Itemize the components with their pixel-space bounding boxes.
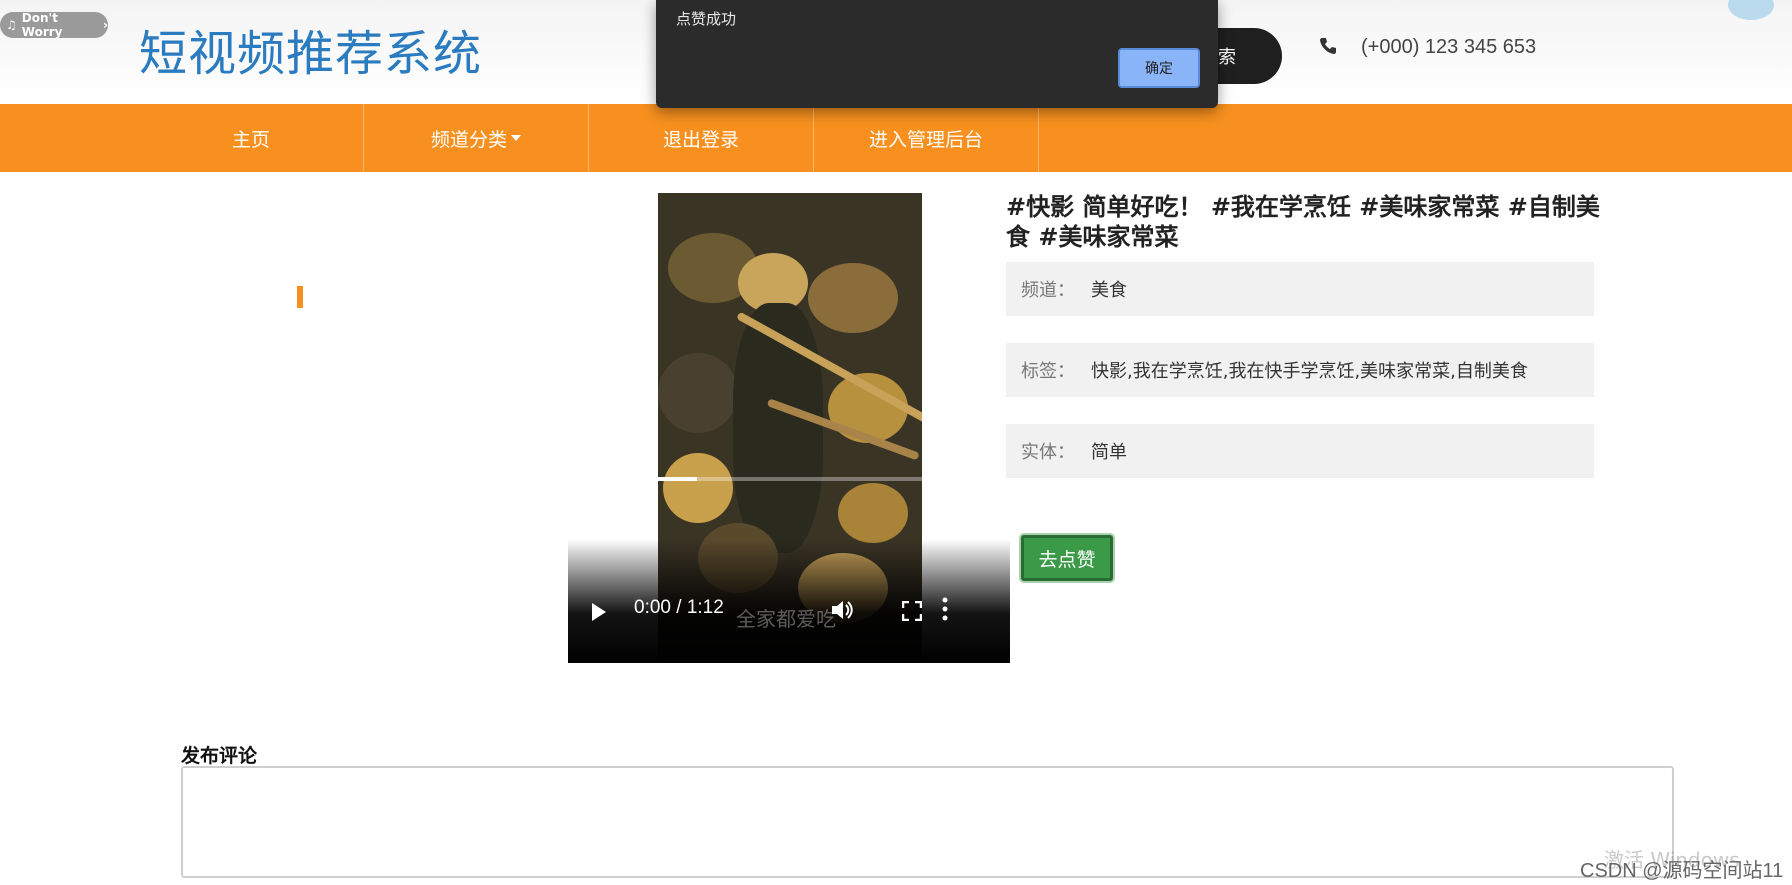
like-button[interactable]: 去点赞 <box>1021 535 1113 581</box>
video-caption-overlay: 全家都爱吃 <box>736 607 836 631</box>
info-value: 快影,我在学烹饪,我在快手学烹饪,美味家常菜,自制美食 <box>1091 361 1528 382</box>
search-button-label: 索 <box>1218 47 1236 68</box>
phone-icon <box>1320 38 1336 54</box>
orange-marker <box>297 286 303 308</box>
play-icon[interactable] <box>592 603 606 621</box>
nav-item-label: 主页 <box>231 128 270 151</box>
video-progress-fill <box>590 477 698 481</box>
info-row-tags: 标签： 快影,我在学烹饪,我在快手学烹饪,美味家常菜,自制美食 <box>1006 343 1594 397</box>
video-title: #快影 简单好吃！ #我在学烹饪 #美味家常菜 #自制美食 #美味家常菜 <box>1006 193 1600 251</box>
info-row-channel: 频道： 美食 <box>1006 262 1594 316</box>
bilibili-watermark-logo <box>1496 0 1792 64</box>
csdn-watermark: CSDN @源码空间站11 <box>1580 860 1784 882</box>
info-key: 实体： <box>1021 442 1075 463</box>
info-value: 简单 <box>1091 442 1127 463</box>
alert-message: 点赞成功 <box>676 10 737 28</box>
music-player-pill[interactable]: ♫ Don't Worry › <box>0 11 108 39</box>
nav-item-logout[interactable]: 退出登录 <box>589 104 814 172</box>
video-controls: 0:00 / 1:12 <box>568 539 1010 663</box>
info-row-entity: 实体： 简单 <box>1006 424 1594 478</box>
main-nav: 主页 频道分类 退出登录 进入管理后台 <box>0 104 1792 172</box>
video-time: 0:00 / 1:12 <box>634 597 724 618</box>
nav-item-label: 频道分类 <box>430 128 507 151</box>
more-options-icon[interactable] <box>942 597 948 621</box>
nav-item-label: 进入管理后台 <box>868 128 983 151</box>
logo-dot-icon <box>1728 0 1774 20</box>
comment-label: 发布评论 <box>181 745 258 767</box>
comment-input[interactable] <box>181 766 1674 878</box>
caret-down-icon <box>511 135 521 141</box>
alert-ok-button[interactable]: 确定 <box>1118 48 1200 88</box>
alert-dialog: 点赞成功 确定 <box>656 0 1218 108</box>
info-value: 美食 <box>1091 280 1127 301</box>
music-track-label: Don't Worry <box>21 11 63 39</box>
nav-item-home[interactable]: 主页 <box>139 104 364 172</box>
site-title[interactable]: 短视频推荐系统 <box>139 14 482 84</box>
info-key: 频道： <box>1021 280 1075 301</box>
fullscreen-icon[interactable] <box>902 601 922 621</box>
video-progress-bar[interactable] <box>590 477 988 481</box>
video-player[interactable]: 0:00 / 1:12 全家都爱吃 <box>568 193 1010 663</box>
nav-item-admin[interactable]: 进入管理后台 <box>814 104 1039 172</box>
music-note-icon: ♫ <box>6 18 17 32</box>
nav-item-label: 退出登录 <box>662 128 739 151</box>
nav-item-channel-category[interactable]: 频道分类 <box>364 104 589 172</box>
chevron-right-icon: › <box>103 18 108 32</box>
info-key: 标签： <box>1021 361 1075 382</box>
